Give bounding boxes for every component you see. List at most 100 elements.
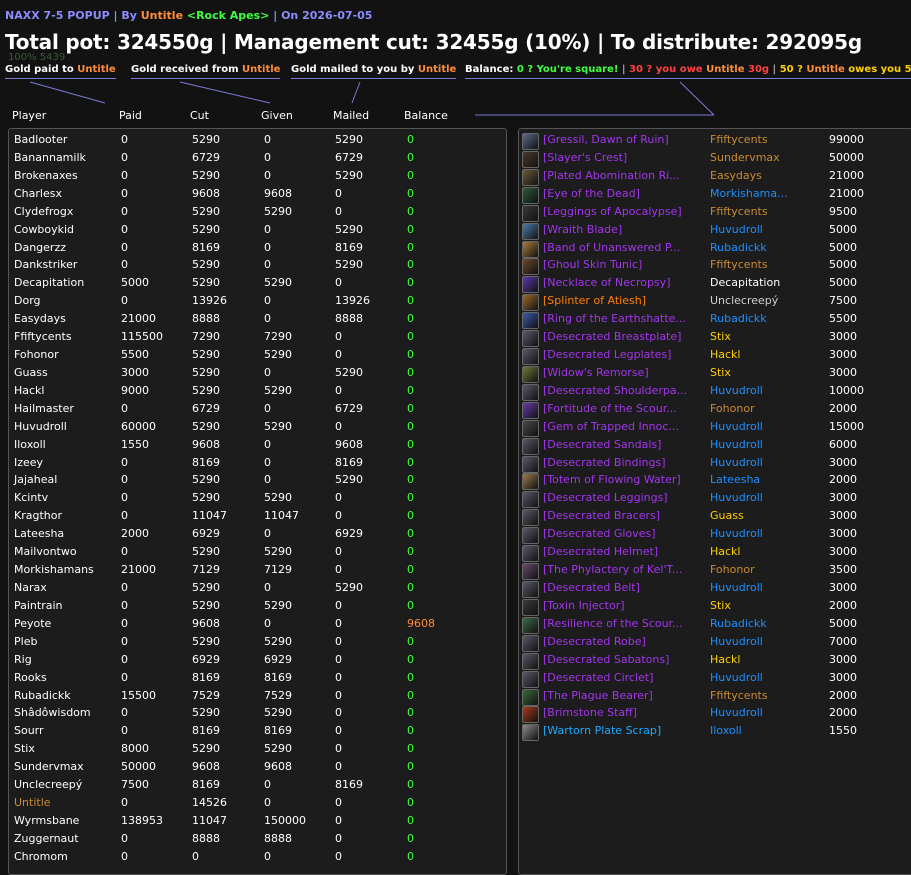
item-link[interactable]: [Ghoul Skin Tunic] (543, 258, 703, 271)
loot-row[interactable]: [Desecrated Gloves] Huvudroll 3000 (520, 527, 905, 545)
leggings-icon[interactable] (522, 204, 539, 222)
col-header-mailed[interactable]: Mailed (333, 109, 369, 122)
belt-icon[interactable] (522, 581, 539, 598)
item-link[interactable]: [Brimstone Staff] (543, 706, 703, 719)
loot-row[interactable]: [Leggings of Apocalypse] Ffiftycents 9500 (520, 204, 905, 222)
item-link[interactable]: [Wartorn Plate Scrap] (543, 724, 703, 737)
loot-row[interactable]: [Desecrated Bindings] Huvudroll 3000 (520, 455, 905, 473)
loot-row[interactable]: [Eye of the Dead] Morkishama... 21000 (520, 186, 905, 204)
item-link[interactable]: [Necklace of Necropsy] (543, 276, 703, 289)
sword-icon[interactable] (522, 133, 539, 150)
loot-row[interactable]: [Desecrated Sabatons] Hackl 3000 (520, 652, 905, 670)
loot-row[interactable]: [Desecrated Helmet] Hackl 3000 (520, 545, 905, 563)
robe-icon[interactable] (522, 634, 539, 652)
loot-row[interactable]: [Desecrated Leggings] Huvudroll 3000 (520, 491, 905, 509)
item-link[interactable]: [Resilience of the Scour... (543, 617, 703, 630)
loot-row[interactable]: [Ring of the Earthshatte... Rubadickk 5500 (520, 312, 905, 330)
totem-icon[interactable] (522, 473, 539, 491)
loot-row[interactable]: [Wartorn Plate Scrap] Iloxoll 1550 (520, 724, 905, 742)
item-link[interactable]: [Desecrated Helmet] (543, 545, 703, 558)
loot-row[interactable]: [Gem of Trapped Innoc... Huvudroll 15000 (520, 419, 905, 437)
item-link[interactable]: [Wraith Blade] (543, 223, 703, 236)
shoulder-icon[interactable] (522, 383, 539, 401)
loot-row[interactable]: [Desecrated Bracers] Guass 3000 (520, 509, 905, 527)
sandals-icon[interactable] (522, 437, 539, 455)
item-link[interactable]: [Desecrated Belt] (543, 581, 703, 594)
loot-row[interactable]: [Desecrated Legplates] Hackl 3000 (520, 348, 905, 366)
item-link[interactable]: [Ring of the Earthshatte... (543, 312, 703, 325)
gem-icon[interactable] (522, 419, 539, 437)
sabatons-icon[interactable] (522, 652, 539, 670)
loot-row[interactable]: [Widow's Remorse] Stix 3000 (520, 365, 905, 383)
rune-icon[interactable] (522, 401, 539, 419)
loot-row[interactable]: [Desecrated Shoulderpa... Huvudroll 10000 (520, 383, 905, 401)
item-link[interactable]: [The Plague Bearer] (543, 689, 703, 702)
loot-row[interactable]: [The Plague Bearer] Ffiftycents 2000 (520, 688, 905, 706)
loot-row[interactable]: [The Phylactery of Kel'T... Fohonor 3500 (520, 563, 905, 581)
loot-row[interactable]: [Band of Unanswered P... Rubadickk 5000 (520, 240, 905, 258)
col-header-balance[interactable]: Balance (404, 109, 448, 122)
ring-icon[interactable] (522, 168, 539, 186)
tunic-icon[interactable] (522, 258, 539, 276)
eye-icon[interactable] (522, 186, 539, 204)
col-header-cut[interactable]: Cut (190, 109, 209, 122)
item-link[interactable]: [Eye of the Dead] (543, 187, 703, 200)
ring-icon[interactable] (522, 312, 539, 330)
col-header-player[interactable]: Player (12, 109, 46, 122)
bindings-icon[interactable] (522, 455, 539, 473)
trinket-icon[interactable] (522, 150, 539, 168)
col-header-given[interactable]: Given (261, 109, 293, 122)
bracers-icon[interactable] (522, 509, 539, 527)
loot-row[interactable]: [Desecrated Belt] Huvudroll 3000 (520, 581, 905, 598)
item-link[interactable]: [Desecrated Leggings] (543, 491, 703, 504)
splinter-icon[interactable] (522, 294, 539, 312)
staff-icon[interactable] (522, 706, 539, 724)
item-link[interactable]: [Splinter of Atiesh] (543, 294, 703, 307)
item-link[interactable]: [Desecrated Sabatons] (543, 653, 703, 666)
item-link[interactable]: [Desecrated Gloves] (543, 527, 703, 540)
col-header-paid[interactable]: Paid (119, 109, 142, 122)
loot-row[interactable]: [Gressil, Dawn of Ruin] Ffiftycents 99000 (520, 133, 905, 150)
leggings-icon[interactable] (522, 491, 539, 509)
weapon-icon[interactable] (522, 365, 539, 383)
item-link[interactable]: [Fortitude of the Scour... (543, 402, 703, 415)
item-link[interactable]: [Toxin Injector] (543, 599, 703, 612)
loot-row[interactable]: [Necklace of Necropsy] Decapitation 5000 (520, 276, 905, 294)
band-icon[interactable] (522, 240, 539, 258)
item-link[interactable]: [Leggings of Apocalypse] (543, 205, 703, 218)
breastplate-icon[interactable] (522, 330, 539, 348)
item-link[interactable]: [Desecrated Breastplate] (543, 330, 703, 343)
loot-row[interactable]: [Ghoul Skin Tunic] Ffiftycents 5000 (520, 258, 905, 276)
loot-row[interactable]: [Wraith Blade] Huvudroll 5000 (520, 222, 905, 240)
item-link[interactable]: [Desecrated Shoulderpa... (543, 384, 703, 397)
item-link[interactable]: [Gressil, Dawn of Ruin] (543, 133, 703, 146)
item-link[interactable]: [Desecrated Robe] (543, 635, 703, 648)
item-link[interactable]: [Plated Abomination Ri... (543, 169, 703, 182)
loot-row[interactable]: [Desecrated Sandals] Huvudroll 6000 (520, 437, 905, 455)
loot-row[interactable]: [Totem of Flowing Water] Lateesha 2000 (520, 473, 905, 491)
helmet-icon[interactable] (522, 545, 539, 563)
loot-row[interactable]: [Resilience of the Scour... Rubadickk 5000 (520, 616, 905, 634)
injector-icon[interactable] (522, 598, 539, 616)
loot-row[interactable]: [Slayer's Crest] Sundervmax 50000 (520, 150, 905, 168)
legplates-icon[interactable] (522, 348, 539, 366)
blade-icon[interactable] (522, 222, 539, 240)
item-link[interactable]: [Widow's Remorse] (543, 366, 703, 379)
loot-row[interactable]: [Brimstone Staff] Huvudroll 2000 (520, 706, 905, 724)
item-link[interactable]: [Desecrated Sandals] (543, 438, 703, 451)
necklace-icon[interactable] (522, 276, 539, 294)
circlet-icon[interactable] (522, 670, 539, 688)
item-link[interactable]: [Desecrated Bindings] (543, 456, 703, 469)
loot-row[interactable]: [Plated Abomination Ri... Easydays 21000 (520, 168, 905, 186)
loot-row[interactable]: [Desecrated Robe] Huvudroll 7000 (520, 634, 905, 652)
loot-row[interactable]: [Fortitude of the Scour... Fohonor 2000 (520, 401, 905, 419)
item-link[interactable]: [Desecrated Legplates] (543, 348, 703, 361)
shield-icon[interactable] (522, 688, 539, 706)
item-link[interactable]: [Gem of Trapped Innoc... (543, 420, 703, 433)
item-link[interactable]: [Slayer's Crest] (543, 151, 703, 164)
loot-row[interactable]: [Desecrated Breastplate] Stix 3000 (520, 330, 905, 348)
item-link[interactable]: [Desecrated Bracers] (543, 509, 703, 522)
phylactery-icon[interactable] (522, 563, 539, 581)
loot-row[interactable]: [Toxin Injector] Stix 2000 (520, 598, 905, 616)
item-link[interactable]: [Band of Unanswered P... (543, 241, 703, 254)
